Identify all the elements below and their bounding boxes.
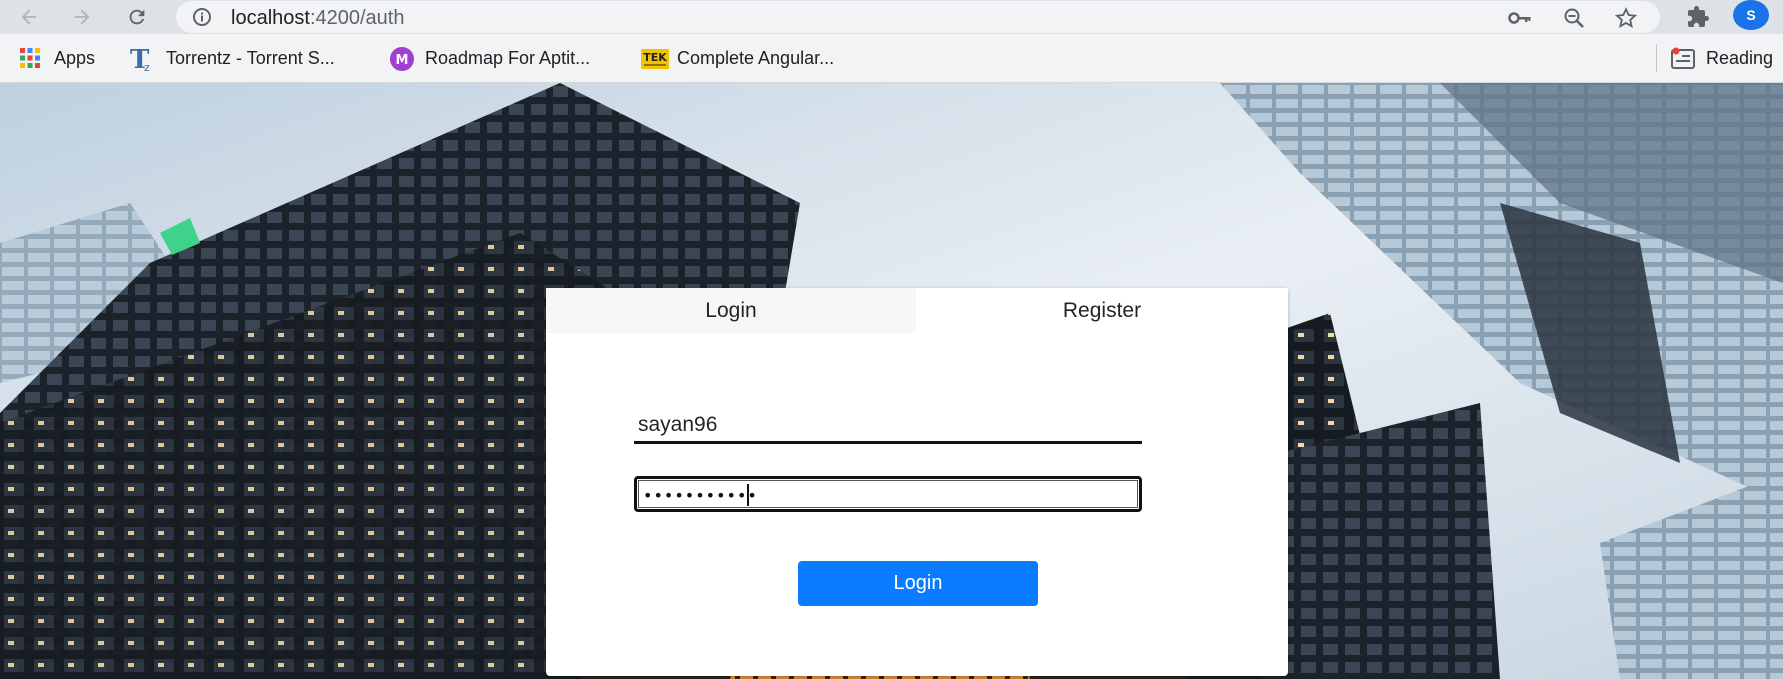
password-mask: •••••••••••	[643, 486, 758, 505]
bookmark-apps[interactable]: Apps	[18, 46, 95, 70]
tek-icon: TEK	[641, 46, 669, 70]
key-icon[interactable]	[1508, 6, 1532, 30]
svg-text:z: z	[144, 61, 150, 72]
bookmark-label: Torrentz - Torrent S...	[166, 47, 335, 68]
bookmark-label: Roadmap For Aptit...	[425, 47, 591, 68]
svg-text:M: M	[396, 53, 409, 68]
tab-login[interactable]: Login	[546, 288, 916, 333]
extensions-puzzle-icon[interactable]	[1685, 4, 1711, 30]
reload-icon[interactable]	[122, 2, 152, 32]
bookmarks-divider	[1656, 44, 1657, 72]
profile-initial: S	[1746, 7, 1756, 23]
forward-arrow-icon[interactable]	[67, 2, 97, 32]
profile-avatar[interactable]: S	[1733, 0, 1769, 30]
svg-text:TEK: TEK	[643, 51, 667, 64]
site-info-icon[interactable]	[192, 7, 212, 27]
apps-grid-icon	[18, 46, 42, 70]
back-arrow-icon[interactable]	[14, 2, 44, 32]
reading-list-button[interactable]: Reading	[1670, 46, 1773, 70]
login-submit-button[interactable]: Login	[798, 561, 1038, 606]
bookmark-roadmap[interactable]: M Roadmap For Aptit...	[389, 46, 591, 71]
url-text: localhost:4200/auth	[231, 7, 404, 30]
address-bar[interactable]: localhost:4200/auth	[176, 1, 1660, 33]
bookmark-label: Complete Angular...	[677, 47, 835, 68]
auth-card: Login Register ••••••••••• Login	[546, 288, 1288, 676]
reading-list-icon	[1670, 46, 1695, 70]
reading-list-label: Reading	[1706, 47, 1774, 68]
torrentz-icon: Tz	[130, 45, 154, 75]
bookmark-star-icon[interactable]	[1614, 6, 1638, 30]
bookmark-label: Apps	[54, 47, 96, 68]
url-path: :4200/auth	[309, 7, 405, 29]
zoom-out-icon[interactable]	[1562, 6, 1586, 30]
bookmark-angular[interactable]: TEK Complete Angular...	[641, 46, 834, 70]
tab-register-label: Register	[1062, 298, 1142, 322]
auth-page-background: Login Register ••••••••••• Login	[0, 83, 1783, 679]
password-input[interactable]: •••••••••••	[634, 476, 1142, 512]
bookmarks-bar: Apps Tz Torrentz - Torrent S... M Roadma…	[0, 34, 1783, 83]
m-circle-icon: M	[389, 46, 414, 71]
tab-register[interactable]: Register	[916, 288, 1288, 333]
bookmark-torrentz[interactable]: Tz Torrentz - Torrent S...	[130, 45, 335, 75]
browser-toolbar: localhost:4200/auth S	[0, 0, 1783, 34]
tab-login-label: Login	[705, 298, 757, 322]
url-host: localhost	[231, 7, 310, 29]
username-input[interactable]	[634, 408, 1142, 444]
text-cursor	[747, 484, 749, 506]
